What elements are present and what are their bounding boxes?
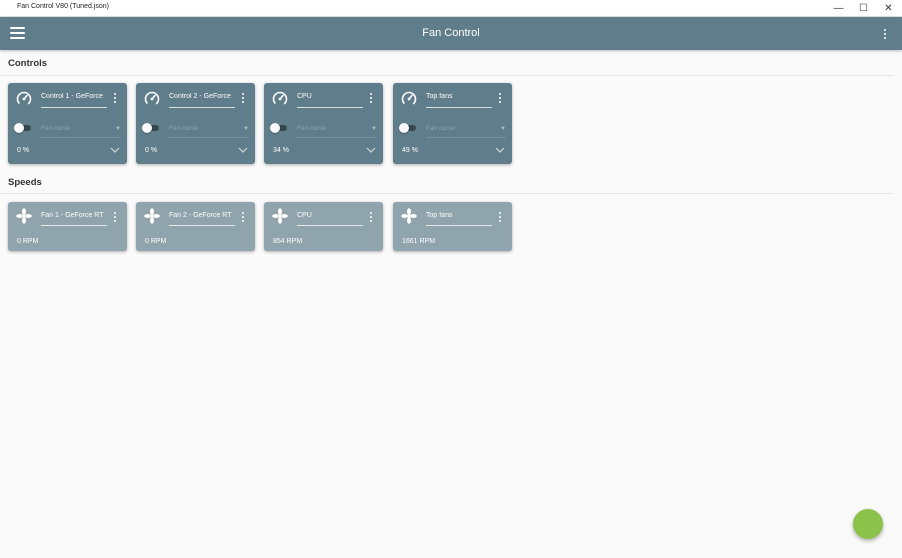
dropdown-arrow-icon: ▼ [115, 126, 121, 132]
control-card: Top fans Fan curve ▼ 49 % [393, 83, 512, 164]
more-vert-icon[interactable] [241, 211, 245, 223]
name-underline [41, 225, 107, 226]
speed-card: CPU 854 RPM [264, 202, 383, 251]
speed-card: Fan 2 - GeForce RT 0 RPM [136, 202, 255, 251]
speeds-section-title: Speeds [8, 177, 42, 188]
fan-curve-placeholder: Fan curve [426, 125, 455, 132]
dropdown-arrow-icon: ▼ [243, 126, 249, 132]
dropdown-arrow-icon: ▼ [371, 126, 377, 132]
speed-card: Fan 1 - GeForce RT 0 RPM [8, 202, 127, 251]
speedometer-icon [401, 91, 417, 107]
more-vert-icon[interactable] [498, 92, 502, 104]
fan-rpm: 0 RPM [145, 238, 167, 245]
fan-icon [272, 208, 288, 224]
speeds-divider [0, 193, 893, 194]
control-percent: 34 % [273, 147, 289, 154]
fan-rpm: 1661 RPM [402, 238, 436, 245]
more-vert-icon[interactable] [113, 211, 117, 223]
fan-curve-select[interactable]: Fan curve ▼ [169, 125, 249, 138]
fan-curve-placeholder: Fan curve [169, 125, 198, 132]
fan-name[interactable]: Fan 2 - GeForce RT [169, 212, 235, 219]
more-vert-icon[interactable] [113, 92, 117, 104]
control-name[interactable]: CPU [297, 93, 363, 100]
fan-name[interactable]: Fan 1 - GeForce RT [41, 212, 107, 219]
name-underline [297, 225, 363, 226]
speedometer-icon [144, 91, 160, 107]
speed-card: Top fans 1661 RPM [393, 202, 512, 251]
window-titlebar: Fan Control V80 (Tuned.json) — ☐ ✕ [0, 0, 902, 17]
more-vert-icon[interactable] [880, 26, 890, 42]
enable-toggle[interactable] [399, 123, 417, 133]
app-bar: Fan Control [0, 17, 902, 50]
fan-curve-select[interactable]: Fan curve ▼ [426, 125, 506, 138]
fan-icon [144, 208, 160, 224]
window-title: Fan Control V80 (Tuned.json) [17, 3, 109, 10]
control-name[interactable]: Control 1 - GeForce [41, 93, 107, 100]
close-button[interactable]: ✕ [876, 0, 901, 17]
enable-toggle[interactable] [14, 123, 32, 133]
name-underline [41, 107, 107, 108]
fan-curve-select[interactable]: Fan curve ▼ [41, 125, 121, 138]
control-percent: 0 % [145, 147, 158, 154]
chevron-down-icon[interactable] [238, 146, 248, 154]
name-underline [169, 225, 235, 226]
name-underline [297, 107, 363, 108]
enable-toggle[interactable] [270, 123, 288, 133]
fan-curve-placeholder: Fan curve [297, 125, 326, 132]
control-percent: 49 % [402, 147, 418, 154]
floating-action-button[interactable] [853, 509, 883, 539]
chevron-down-icon[interactable] [110, 146, 120, 154]
dropdown-arrow-icon: ▼ [500, 126, 506, 132]
fan-curve-select[interactable]: Fan curve ▼ [297, 125, 377, 138]
control-name[interactable]: Top fans [426, 93, 492, 100]
name-underline [426, 225, 492, 226]
controls-divider [0, 75, 893, 76]
maximize-button[interactable]: ☐ [851, 0, 876, 17]
fan-name[interactable]: CPU [297, 212, 363, 219]
control-card: Control 2 - GeForce Fan curve ▼ 0 % [136, 83, 255, 164]
chevron-down-icon[interactable] [366, 146, 376, 154]
minimize-button[interactable]: — [826, 0, 851, 17]
enable-toggle[interactable] [142, 123, 160, 133]
speedometer-icon [272, 91, 288, 107]
more-vert-icon[interactable] [369, 211, 373, 223]
fan-icon [401, 208, 417, 224]
fan-icon [16, 208, 32, 224]
name-underline [426, 107, 492, 108]
name-underline [169, 107, 235, 108]
controls-section-title: Controls [8, 58, 48, 69]
chevron-down-icon[interactable] [495, 146, 505, 154]
control-card: CPU Fan curve ▼ 34 % [264, 83, 383, 164]
more-vert-icon[interactable] [369, 92, 373, 104]
control-percent: 0 % [17, 147, 30, 154]
more-vert-icon[interactable] [498, 211, 502, 223]
fan-name[interactable]: Top fans [426, 212, 492, 219]
control-card: Control 1 - GeForce Fan curve ▼ 0 % [8, 83, 127, 164]
more-vert-icon[interactable] [241, 92, 245, 104]
control-name[interactable]: Control 2 - GeForce [169, 93, 235, 100]
fan-rpm: 854 RPM [273, 238, 303, 245]
app-title: Fan Control [422, 27, 480, 39]
speedometer-icon [16, 91, 32, 107]
fan-curve-placeholder: Fan curve [41, 125, 70, 132]
fan-rpm: 0 RPM [17, 238, 39, 245]
